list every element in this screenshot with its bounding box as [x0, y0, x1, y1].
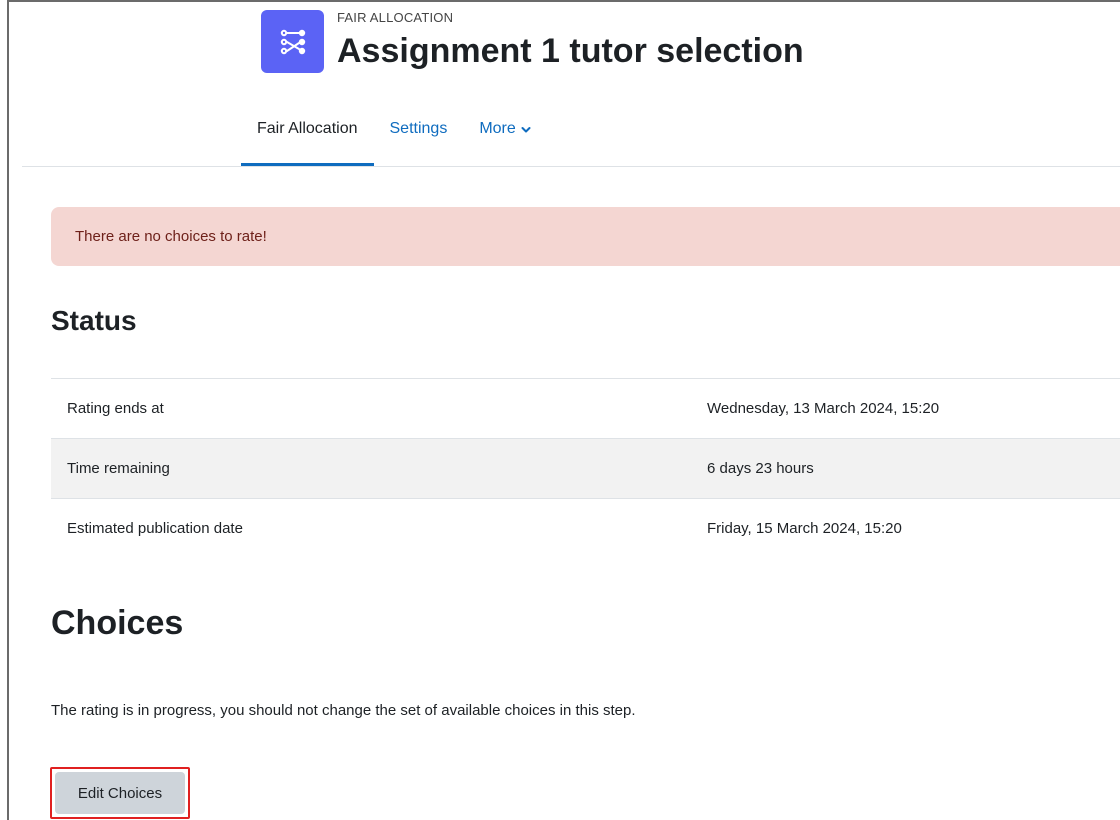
status-heading: Status: [51, 305, 137, 336]
tab-label: More: [479, 120, 516, 137]
table-row: Rating ends at Wednesday, 13 March 2024,…: [51, 378, 1120, 439]
error-alert: There are no choices to rate!: [51, 207, 1120, 266]
alert-text: There are no choices to rate!: [75, 228, 267, 245]
chevron-down-icon: [521, 120, 531, 140]
tab-more[interactable]: More: [463, 112, 546, 166]
activity-type-label: FAIR ALLOCATION: [337, 10, 454, 25]
table-row: Time remaining 6 days 23 hours: [51, 438, 1120, 499]
status-label: Time remaining: [67, 460, 170, 477]
status-table: Rating ends at Wednesday, 13 March 2024,…: [51, 378, 1120, 558]
choices-description: The rating is in progress, you should no…: [51, 702, 636, 719]
allocation-icon: [261, 10, 324, 73]
window-frame-left: [7, 0, 9, 820]
status-value: 6 days 23 hours: [707, 460, 814, 477]
status-label: Rating ends at: [67, 400, 164, 417]
status-value: Wednesday, 13 March 2024, 15:20: [707, 400, 940, 417]
tab-label: Fair Allocation: [257, 120, 358, 137]
tab-fair-allocation[interactable]: Fair Allocation: [241, 112, 374, 166]
choices-heading: Choices: [51, 604, 184, 642]
tab-settings[interactable]: Settings: [374, 112, 464, 166]
status-value: Friday, 15 March 2024, 15:20: [707, 520, 902, 537]
status-label: Estimated publication date: [67, 520, 243, 537]
window-frame-top: [7, 0, 1120, 2]
secondary-navigation: Fair Allocation Settings More: [241, 112, 547, 166]
page-title: Assignment 1 tutor selection: [337, 32, 804, 70]
edit-choices-button[interactable]: Edit Choices: [55, 772, 185, 814]
nav-divider: [22, 166, 1120, 167]
table-row: Estimated publication date Friday, 15 Ma…: [51, 498, 1120, 559]
tab-label: Settings: [389, 120, 448, 137]
edit-choices-highlight: Edit Choices: [50, 767, 190, 819]
